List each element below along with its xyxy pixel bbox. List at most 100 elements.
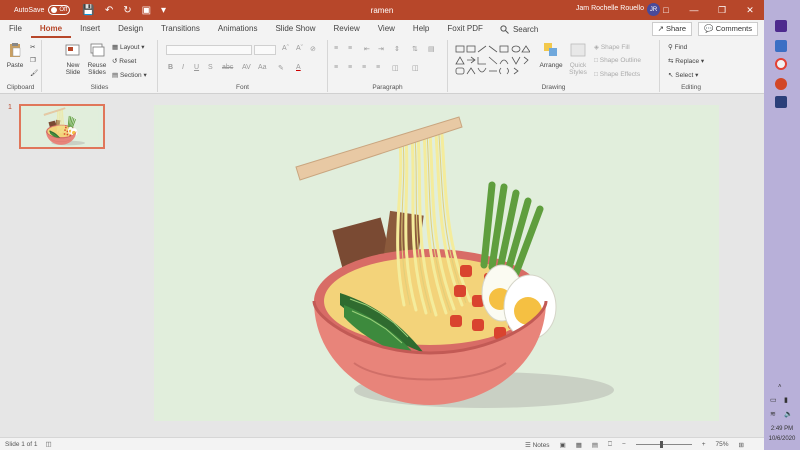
zoom-slider[interactable] xyxy=(635,441,692,448)
paste-button[interactable]: Paste xyxy=(4,42,26,69)
align-left-icon[interactable]: ≡ xyxy=(334,64,338,71)
bullets-icon[interactable]: ≡ xyxy=(334,45,338,52)
battery-icon[interactable]: ▮ xyxy=(784,396,788,404)
increase-font-icon[interactable]: Aˆ xyxy=(282,45,289,52)
tab-transitions[interactable]: Transitions xyxy=(152,20,209,38)
clock-time[interactable]: 2:49 PM xyxy=(764,426,800,432)
app-taskbar-icon[interactable] xyxy=(775,96,787,108)
slideshow-view-icon[interactable]: ⎕ xyxy=(608,441,612,449)
user-name[interactable]: Jam Rochelle Rouello xyxy=(576,5,644,12)
quick-styles-label-1: Quick xyxy=(569,62,587,69)
clock-date[interactable]: 10/6/2020 xyxy=(764,436,800,442)
bold-icon[interactable]: B xyxy=(168,64,173,71)
tab-file[interactable]: File xyxy=(0,20,31,38)
find-button[interactable]: ⚲ Find xyxy=(668,43,687,51)
autosave-toggle[interactable]: Off xyxy=(48,5,71,15)
tab-foxit-pdf[interactable]: Foxit PDF xyxy=(438,20,492,38)
search-box[interactable]: Search xyxy=(500,25,538,34)
minimize-icon[interactable]: — xyxy=(680,0,708,20)
font-color-icon[interactable]: A xyxy=(296,64,301,71)
word-taskbar-icon[interactable] xyxy=(775,40,787,52)
shape-fill-button[interactable]: ◈ Shape Fill xyxy=(594,43,630,51)
strikethrough-icon[interactable]: abc xyxy=(222,64,233,71)
vertical-scrollbar[interactable] xyxy=(756,95,764,437)
undo-icon[interactable]: ↶ xyxy=(105,5,113,16)
char-spacing-icon[interactable]: AV xyxy=(242,64,251,71)
chrome-taskbar-icon[interactable] xyxy=(775,58,787,70)
tab-review[interactable]: Review xyxy=(324,20,368,38)
normal-view-icon[interactable]: ▣ xyxy=(560,441,566,449)
select-button[interactable]: ↖ Select ▾ xyxy=(668,71,698,79)
change-case-icon[interactable]: Aa xyxy=(258,64,267,71)
highlight-icon[interactable]: ✎ xyxy=(278,64,284,72)
zoom-slider-thumb[interactable] xyxy=(659,441,663,448)
decrease-font-icon[interactable]: Aˇ xyxy=(296,45,303,52)
reading-view-icon[interactable]: ▤ xyxy=(592,441,598,449)
zoom-level[interactable]: 75% xyxy=(716,441,729,448)
restore-icon[interactable]: ❐ xyxy=(708,0,736,20)
zoom-out-icon[interactable]: − xyxy=(622,441,626,448)
quick-styles-button[interactable]: Quick Styles xyxy=(566,42,590,76)
copy-icon[interactable]: ❐ xyxy=(30,56,36,64)
close-icon[interactable]: ✕ xyxy=(736,0,764,20)
accessibility-icon[interactable]: ◫ xyxy=(46,440,52,448)
notes-button[interactable]: ☰ Notes xyxy=(525,441,550,449)
tab-slide-show[interactable]: Slide Show xyxy=(266,20,324,38)
align-center-icon[interactable]: ≡ xyxy=(348,64,352,71)
justify-icon[interactable]: ≡ xyxy=(376,64,380,71)
align-text-icon[interactable]: ▤ xyxy=(428,45,435,53)
slide-canvas[interactable] xyxy=(154,105,719,421)
underline-icon[interactable]: U xyxy=(194,64,199,71)
tab-home[interactable]: Home xyxy=(30,20,72,38)
zoom-in-icon[interactable]: + xyxy=(702,441,706,448)
format-painter-icon[interactable]: 🖌 xyxy=(30,69,38,77)
ramen-illustration[interactable] xyxy=(154,105,719,421)
section-button[interactable]: ▤ Section ▾ xyxy=(112,71,147,79)
save-icon[interactable]: 💾 xyxy=(82,5,94,16)
align-right-icon[interactable]: ≡ xyxy=(362,64,366,71)
shapes-gallery[interactable] xyxy=(454,44,530,76)
increase-indent-icon[interactable]: ⇥ xyxy=(378,45,384,53)
new-slide-button[interactable]: New Slide xyxy=(62,42,84,76)
volume-icon[interactable]: 🔈 xyxy=(784,410,793,418)
tab-design[interactable]: Design xyxy=(109,20,152,38)
redo-icon[interactable]: ↻ xyxy=(123,5,131,16)
italic-icon[interactable]: I xyxy=(182,64,184,71)
font-name-combo[interactable] xyxy=(166,45,252,55)
tab-help[interactable]: Help xyxy=(404,20,438,38)
slide-thumbnail[interactable] xyxy=(19,104,105,149)
columns-icon[interactable]: ◫ xyxy=(392,64,399,72)
fit-slide-icon[interactable]: ⊞ xyxy=(739,441,744,449)
clear-format-icon[interactable]: ⊘ xyxy=(310,45,316,53)
show-hidden-icons[interactable]: ˄ xyxy=(778,384,782,390)
decrease-indent-icon[interactable]: ⇤ xyxy=(364,45,370,53)
tab-insert[interactable]: Insert xyxy=(71,20,109,38)
powerpoint-taskbar-icon[interactable] xyxy=(775,78,787,90)
customize-qat-icon[interactable]: ▾ xyxy=(161,5,166,16)
autosave-state: Off xyxy=(59,7,68,13)
cut-icon[interactable]: ✂ xyxy=(30,43,35,51)
shape-effects-button[interactable]: □ Shape Effects xyxy=(594,71,640,78)
replace-button[interactable]: ⇆ Replace ▾ xyxy=(668,57,704,65)
shadow-icon[interactable]: S xyxy=(208,64,213,71)
slide-sorter-icon[interactable]: ▦ xyxy=(576,441,582,449)
line-spacing-icon[interactable]: ⇕ xyxy=(394,45,400,53)
smartart-icon[interactable]: ◫ xyxy=(412,64,419,72)
reuse-slides-button[interactable]: Reuse Slides xyxy=(86,42,108,76)
numbering-icon[interactable]: ≡ xyxy=(348,45,352,52)
layout-button[interactable]: ▦ Layout ▾ xyxy=(112,43,145,51)
present-icon[interactable]: ▣ xyxy=(142,5,151,16)
text-direction-icon[interactable]: ⇅ xyxy=(412,45,418,53)
tab-view[interactable]: View xyxy=(369,20,404,38)
network-icon[interactable]: ▭ xyxy=(770,396,777,404)
share-button[interactable]: ↗ Share xyxy=(651,22,692,36)
font-size-combo[interactable] xyxy=(254,45,276,55)
arrange-button[interactable]: Arrange xyxy=(538,42,564,69)
reset-button[interactable]: ↺ Reset xyxy=(112,57,136,65)
wifi-icon[interactable]: ≋ xyxy=(770,410,776,418)
shape-outline-button[interactable]: □ Shape Outline xyxy=(594,57,641,64)
comments-button[interactable]: 💬 Comments xyxy=(698,22,758,36)
ribbon-display-icon[interactable]: □ xyxy=(652,0,680,20)
onenote-taskbar-icon[interactable] xyxy=(775,20,787,32)
tab-animations[interactable]: Animations xyxy=(209,20,267,38)
